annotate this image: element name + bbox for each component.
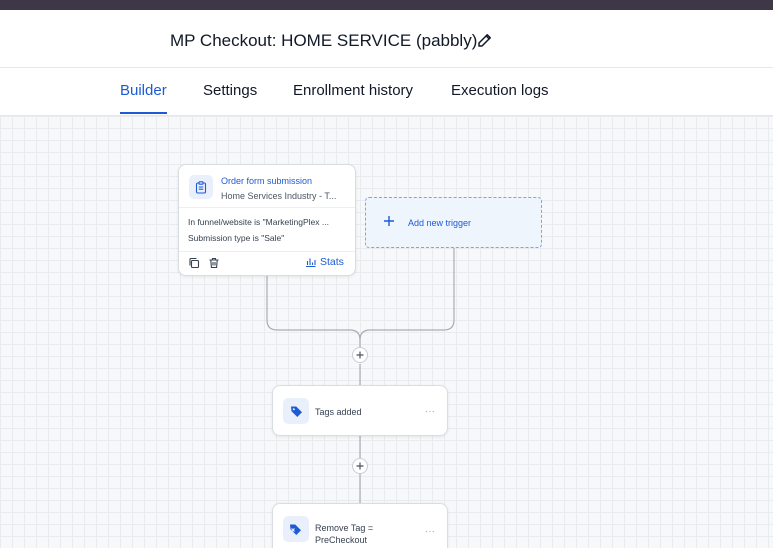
stats-button[interactable]: Stats: [305, 256, 344, 268]
action-card[interactable]: Tags added ···: [272, 385, 448, 436]
trigger-condition: Submission type is "Sale": [188, 233, 285, 243]
trash-icon[interactable]: [208, 257, 220, 269]
trigger-card[interactable]: Order form submission Home Services Indu…: [178, 164, 356, 276]
add-step-button[interactable]: [352, 347, 368, 363]
trigger-title: Order form submission: [221, 176, 313, 186]
workflow-canvas[interactable]: Order form submission Home Services Indu…: [0, 116, 773, 548]
trigger-subtitle: Home Services Industry - T...: [221, 191, 337, 201]
clipboard-icon: [189, 175, 213, 199]
stats-label: Stats: [320, 256, 344, 268]
tab-execution-logs[interactable]: Execution logs: [451, 82, 549, 99]
trigger-condition: In funnel/website is "MarketingPlex ...: [188, 217, 329, 227]
remove-tag-icon: [283, 516, 309, 542]
action-label-line2: PreCheckout: [315, 535, 368, 545]
tab-builder[interactable]: Builder: [120, 82, 167, 99]
active-tab-indicator: [120, 112, 167, 114]
page-header: MP Checkout: HOME SERVICE (pabbly): [0, 10, 773, 68]
divider: [179, 207, 355, 208]
pencil-icon[interactable]: [476, 31, 494, 49]
tab-enrollment-history[interactable]: Enrollment history: [293, 82, 413, 99]
tab-settings[interactable]: Settings: [203, 82, 257, 99]
add-step-button[interactable]: [352, 458, 368, 474]
top-bar: [0, 0, 773, 10]
connector-lines: [266, 248, 455, 504]
tab-bar: Builder Settings Enrollment history Exec…: [0, 68, 773, 116]
plus-icon: [356, 351, 364, 359]
action-label: Tags added: [315, 407, 362, 417]
action-label: Remove Tag =: [315, 523, 374, 533]
tag-icon: [283, 398, 309, 424]
add-trigger-label: Add new trigger: [408, 218, 472, 228]
plus-icon: [356, 462, 364, 470]
page-title: MP Checkout: HOME SERVICE (pabbly): [170, 31, 478, 50]
bar-chart-icon: [306, 258, 316, 267]
more-options-icon[interactable]: ···: [425, 526, 435, 537]
copy-icon[interactable]: [188, 257, 200, 269]
action-card[interactable]: Remove Tag = PreCheckout ···: [272, 503, 448, 548]
plus-icon: [384, 216, 394, 226]
add-new-trigger-button[interactable]: Add new trigger: [365, 197, 542, 248]
more-options-icon[interactable]: ···: [425, 406, 435, 417]
divider: [179, 251, 355, 252]
